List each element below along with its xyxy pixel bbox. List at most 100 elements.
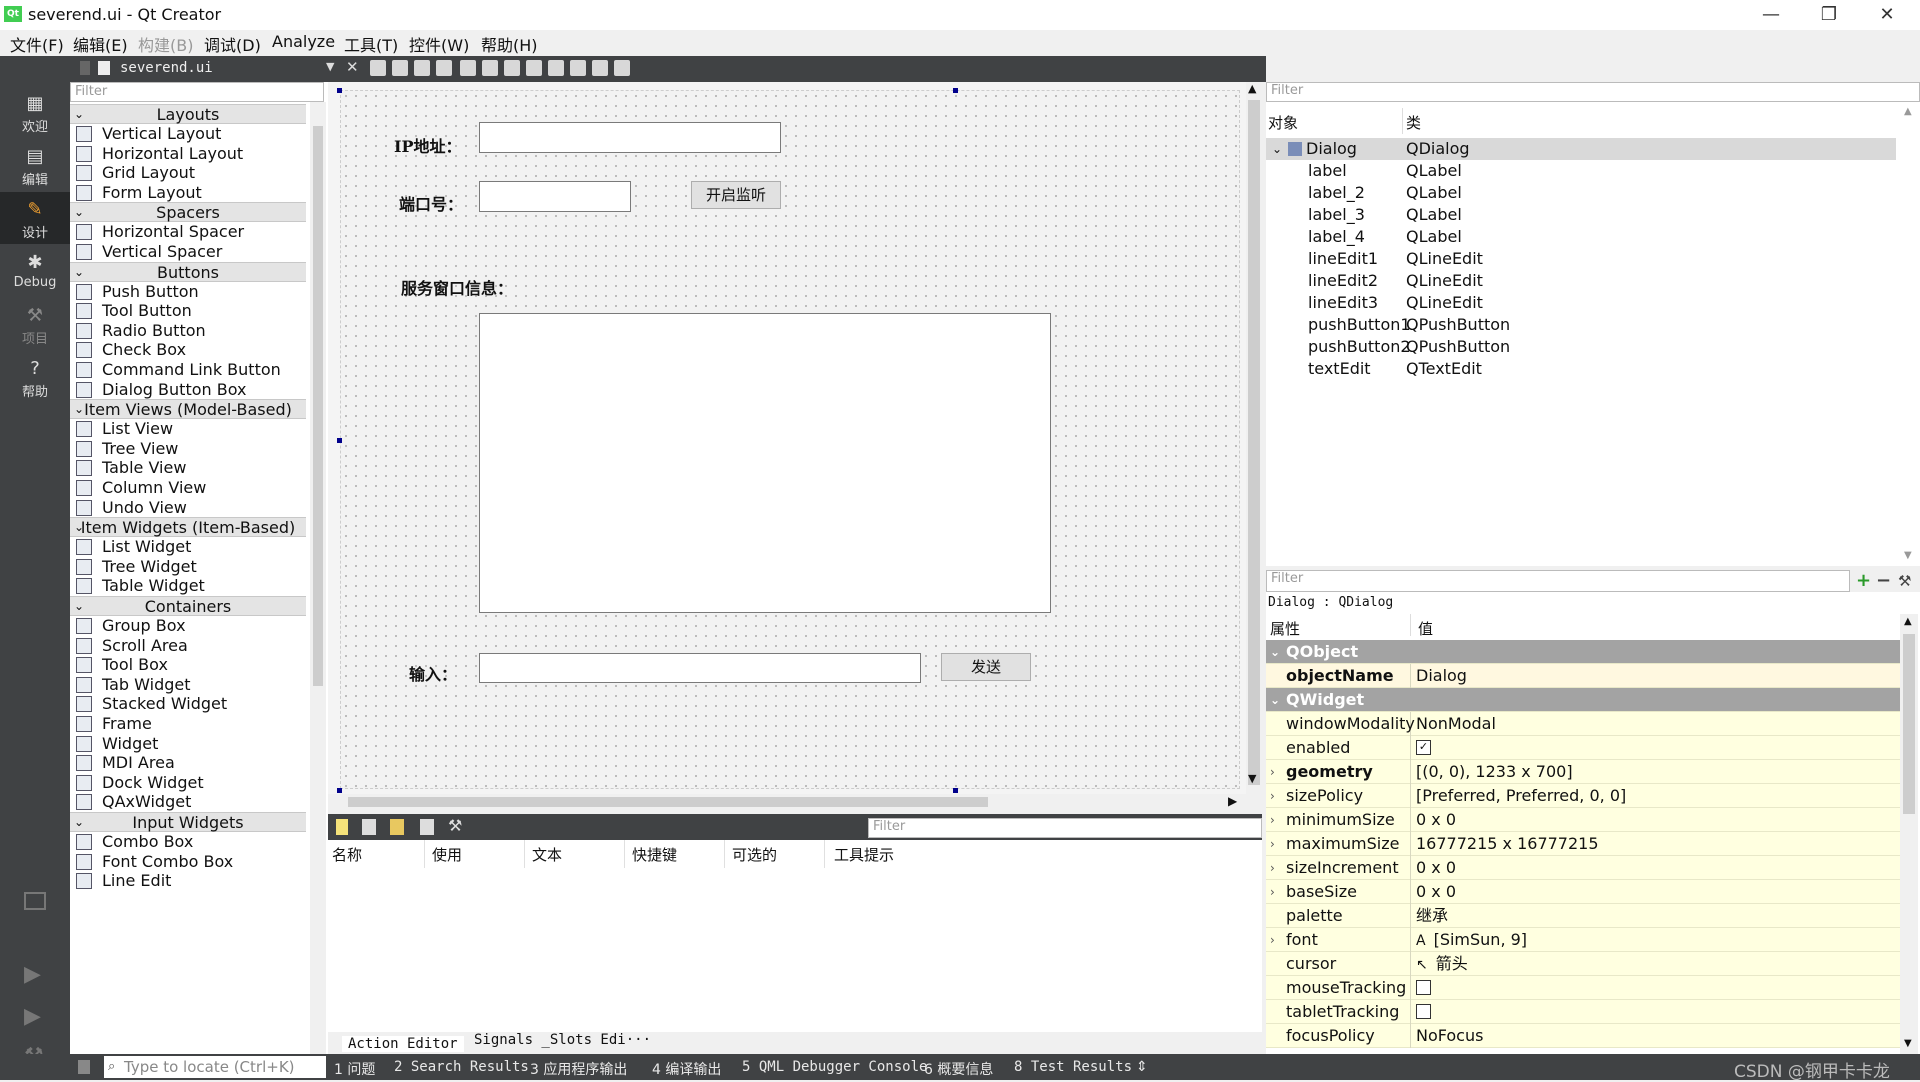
property-row[interactable]: mouseTracking [1266, 976, 1900, 1000]
property-group[interactable]: ⌄ QWidget [1266, 688, 1900, 712]
property-row[interactable]: cursor ↖ 箭头 [1266, 952, 1900, 976]
tree-item[interactable]: lineEdit1 QLineEdit [1266, 248, 1896, 270]
port-label[interactable]: 端口号： [399, 191, 463, 215]
widget-item[interactable]: QAxWidget [70, 791, 306, 813]
property-row[interactable]: › sizePolicy [Preferred, Preferred, 0, 0] [1266, 784, 1900, 808]
adjust-size-icon[interactable] [614, 60, 630, 76]
scroll-thumb[interactable] [1903, 634, 1915, 814]
property-value[interactable]: 0 x 0 [1416, 858, 1456, 877]
property-value[interactable]: NonModal [1416, 714, 1496, 733]
debug-run-icon[interactable]: ▶ [24, 1004, 41, 1029]
property-value[interactable]: 0 x 0 [1416, 810, 1456, 829]
property-row[interactable]: › font A [SimSun, 9] [1266, 928, 1900, 952]
scroll-up-icon[interactable]: ▲ [1248, 82, 1256, 95]
property-row[interactable]: › sizeIncrement 0 x 0 [1266, 856, 1900, 880]
property-row[interactable]: enabled ✓ [1266, 736, 1900, 760]
monitor-icon[interactable] [24, 892, 46, 910]
break-layout-icon[interactable] [592, 60, 608, 76]
mode-edit[interactable]: ▤ 编辑 [0, 139, 70, 191]
chevron-right-icon[interactable]: › [1270, 880, 1275, 904]
property-value[interactable]: [Preferred, Preferred, 0, 0] [1416, 786, 1626, 805]
configure-icon[interactable]: ⚒ [1898, 572, 1911, 590]
property-value[interactable]: NoFocus [1416, 1026, 1483, 1045]
pane-qml-console[interactable]: 5 QML Debugger Console [742, 1059, 927, 1075]
property-row[interactable]: › geometry [(0, 0), 1233 x 700] [1266, 760, 1900, 784]
dialog-form[interactable]: IP地址： 端口号： 开启监听 服务窗口信息： 输入： 发送 [340, 90, 1240, 789]
pane-search-results[interactable]: 2 Search Results [394, 1059, 529, 1075]
chevron-right-icon[interactable]: › [1270, 832, 1275, 856]
action-filter[interactable]: Filter [868, 818, 1262, 838]
scroll-down-icon[interactable]: ▼ [1248, 772, 1256, 785]
widget-category[interactable]: ⌄ Input Widgets [70, 812, 306, 832]
tree-item[interactable]: pushButton1 QPushButton [1266, 314, 1896, 336]
chevron-right-icon[interactable]: › [1270, 928, 1275, 952]
scroll-right-icon[interactable]: ▶ [1228, 794, 1237, 808]
close-icon[interactable]: ✕ [1858, 0, 1916, 30]
widget-item[interactable]: Vertical Spacer [70, 241, 306, 263]
paste-action-icon[interactable] [390, 819, 404, 835]
canvas-vertical-scrollbar[interactable]: ▲ ▼ [1246, 82, 1262, 809]
scroll-down-icon[interactable]: ▼ [1904, 550, 1912, 561]
property-row[interactable]: tabletTracking [1266, 1000, 1900, 1024]
property-value[interactable]: 箭头 [1436, 954, 1468, 973]
scroll-up-icon[interactable]: ▲ [1904, 106, 1912, 117]
tab-signals-slots[interactable]: Signals _Slots Edi··· [474, 1032, 651, 1048]
object-inspector-scrollbar[interactable]: ▲ ▼ [1900, 102, 1918, 566]
widget-category[interactable]: ⌄ Containers [70, 596, 306, 616]
layout-v-splitter-icon[interactable] [526, 60, 542, 76]
widget-item[interactable]: Line Edit [70, 870, 306, 892]
tree-item[interactable]: lineEdit2 QLineEdit [1266, 270, 1896, 292]
scroll-thumb[interactable] [313, 126, 323, 686]
close-doc-icon[interactable]: ✕ [346, 58, 359, 76]
object-inspector-filter[interactable]: Filter [1266, 82, 1920, 102]
layout-h-splitter-icon[interactable] [504, 60, 520, 76]
checkbox-unchecked[interactable] [1416, 980, 1431, 995]
column-header[interactable]: 可选的 [732, 844, 777, 865]
tree-item[interactable]: label_4 QLabel [1266, 226, 1896, 248]
selection-handle[interactable] [953, 788, 958, 793]
edit-buddies-icon[interactable] [414, 60, 430, 76]
widget-item[interactable]: Undo View [70, 497, 306, 519]
pane-app-output[interactable]: 3 应用程序输出 [530, 1059, 627, 1079]
header-property[interactable]: 属性 [1270, 618, 1300, 639]
checkbox-checked[interactable]: ✓ [1416, 740, 1431, 755]
scroll-thumb[interactable] [348, 797, 988, 807]
scroll-thumb[interactable] [1248, 100, 1260, 785]
menu-debug[interactable]: 调试(D) [204, 32, 261, 56]
menu-analyze[interactable]: Analyze [272, 32, 335, 51]
ip-label[interactable]: IP地址： [394, 133, 462, 157]
property-row[interactable]: windowModality NonModal [1266, 712, 1900, 736]
configure-icon[interactable]: ⚒ [448, 816, 462, 835]
mode-help[interactable]: ? 帮助 [0, 351, 70, 403]
widget-category[interactable]: ⌄ Item Views (Model-Based) [70, 399, 306, 420]
locator-input[interactable]: ⌕ Type to locate (Ctrl+K) [104, 1056, 326, 1078]
selection-handle[interactable] [337, 88, 342, 93]
minimize-icon[interactable]: — [1742, 0, 1800, 30]
property-value[interactable]: [SimSun, 9] [1434, 930, 1527, 949]
checkbox-unchecked[interactable] [1416, 1004, 1431, 1019]
port-line-edit[interactable] [479, 181, 631, 212]
property-filter[interactable]: Filter [1266, 570, 1850, 592]
edit-widgets-icon[interactable] [370, 60, 386, 76]
widget-category[interactable]: ⌄ Item Widgets (Item-Based) [70, 517, 306, 538]
sidebar-toggle-icon[interactable] [78, 1060, 90, 1074]
pane-general-messages[interactable]: 6 概要信息 [924, 1059, 993, 1079]
send-button[interactable]: 发送 [941, 653, 1031, 681]
remove-property-icon[interactable]: − [1876, 570, 1891, 591]
info-label[interactable]: 服务窗口信息： [401, 275, 513, 299]
column-header[interactable]: 工具提示 [834, 844, 894, 865]
edit-tab-order-icon[interactable] [436, 60, 452, 76]
menu-help[interactable]: 帮助(H) [481, 32, 538, 56]
new-action-icon[interactable] [336, 819, 348, 835]
property-row[interactable]: objectName Dialog [1266, 664, 1900, 688]
delete-action-icon[interactable] [420, 819, 434, 835]
selection-handle[interactable] [337, 438, 342, 443]
header-class[interactable]: 类 [1406, 112, 1421, 133]
copy-action-icon[interactable] [362, 819, 376, 835]
menu-build[interactable]: 构建(B) [138, 32, 193, 56]
selection-handle[interactable] [953, 88, 958, 93]
property-row[interactable]: › maximumSize 16777215 x 16777215 [1266, 832, 1900, 856]
tree-item[interactable]: label_2 QLabel [1266, 182, 1896, 204]
widget-item[interactable]: Table Widget [70, 575, 306, 597]
column-header[interactable]: 使用 [432, 844, 462, 865]
